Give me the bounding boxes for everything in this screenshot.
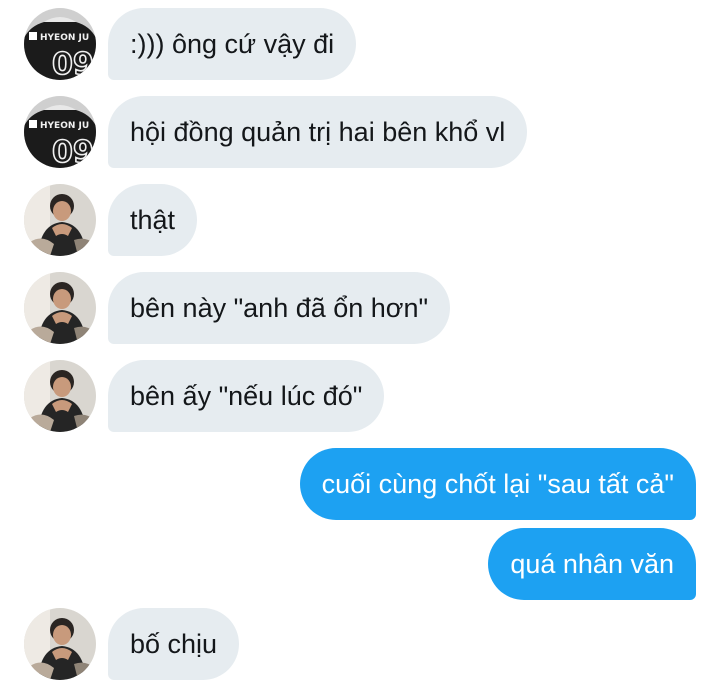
avatar-man-icon xyxy=(24,360,96,432)
incoming-message-bubble[interactable]: bên ấy "nếu lúc đó" xyxy=(108,360,385,432)
incoming-message-bubble[interactable]: :))) ông cứ vậy đi xyxy=(108,8,357,80)
avatar-man-icon xyxy=(24,608,96,680)
avatar-jersey-icon xyxy=(24,8,96,80)
incoming-message-bubble[interactable]: thật xyxy=(108,184,198,256)
avatar-man-icon xyxy=(24,272,96,344)
avatar[interactable] xyxy=(24,8,96,80)
message-row: bên này "anh đã ổn hơn" xyxy=(0,272,720,344)
message-row: bố chịu xyxy=(0,608,720,680)
message-row: thật xyxy=(0,184,720,256)
avatar[interactable] xyxy=(24,184,96,256)
message-row: quá nhân văn xyxy=(0,528,720,600)
message-row: hội đồng quản trị hai bên khổ vl xyxy=(0,96,720,168)
avatar-man-icon xyxy=(24,184,96,256)
avatar[interactable] xyxy=(24,360,96,432)
avatar-jersey-icon xyxy=(24,96,96,168)
outgoing-message-bubble[interactable]: cuối cùng chốt lại "sau tất cả" xyxy=(299,448,696,520)
avatar[interactable] xyxy=(24,608,96,680)
message-row: cuối cùng chốt lại "sau tất cả" xyxy=(0,448,720,520)
incoming-message-bubble[interactable]: hội đồng quản trị hai bên khổ vl xyxy=(108,96,528,168)
message-row: bên ấy "nếu lúc đó" xyxy=(0,360,720,432)
incoming-message-bubble[interactable]: bên này "anh đã ổn hơn" xyxy=(108,272,451,344)
avatar[interactable] xyxy=(24,272,96,344)
incoming-message-bubble[interactable]: bố chịu xyxy=(108,608,240,680)
message-row: :))) ông cứ vậy đi xyxy=(0,8,720,80)
outgoing-message-bubble[interactable]: quá nhân văn xyxy=(488,528,696,600)
avatar[interactable] xyxy=(24,96,96,168)
chat-window: :))) ông cứ vậy đi hội đồng quản trị hai… xyxy=(0,0,720,699)
